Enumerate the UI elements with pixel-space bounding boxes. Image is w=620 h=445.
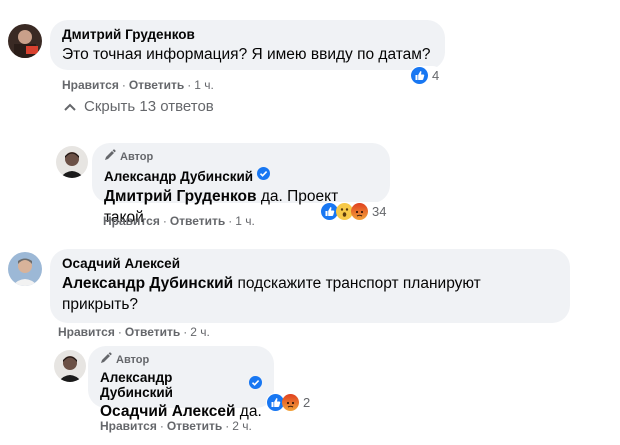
timestamp[interactable]: 1 ч. — [194, 78, 214, 92]
reaction-count: 4 — [432, 68, 440, 83]
comment-bubble: Дмитрий Груденков Это точная информация?… — [50, 20, 445, 70]
hide-replies-label: Скрыть 13 ответов — [84, 98, 214, 115]
comment-actions: Нравится · Ответить · 2 ч. — [58, 325, 210, 339]
reply-button[interactable]: Ответить — [125, 325, 180, 339]
reply-button[interactable]: Ответить — [170, 214, 225, 228]
comment-author[interactable]: Дмитрий Груденков — [62, 27, 433, 42]
comment-author[interactable]: Александр Дубинский — [100, 370, 245, 400]
author-badge-label: Автор — [116, 353, 150, 366]
avatar-dmitry[interactable] — [8, 24, 42, 58]
reply-button[interactable]: Ответить — [167, 419, 222, 433]
comment-actions: Нравится · Ответить · 2 ч. — [100, 419, 252, 433]
like-button[interactable]: Нравится — [58, 325, 115, 339]
comment-actions: Нравится · Ответить · 1 ч. — [62, 78, 214, 92]
like-button[interactable]: Нравится — [100, 419, 157, 433]
reaction-count: 34 — [372, 204, 387, 219]
timestamp[interactable]: 2 ч. — [232, 419, 252, 433]
verified-badge-icon — [249, 376, 262, 394]
comment-author[interactable]: Александр Дубинский — [104, 169, 253, 184]
reply-button[interactable]: Ответить — [129, 78, 184, 92]
comment-text: Это точная информация? Я имею ввиду по д… — [62, 46, 431, 63]
reaction-summary[interactable]: 34 — [320, 202, 390, 221]
avatar-osadchy[interactable] — [8, 252, 42, 286]
reaction-summary[interactable]: 2 — [266, 393, 314, 412]
comment-text: Александр Дубинский подскажите транспорт… — [62, 273, 558, 294]
avatar-aleksandr[interactable] — [56, 146, 88, 178]
reply-bubble: Автор Александр Дубинский Дмитрий Груден… — [92, 143, 390, 226]
reply-bubble: Автор Александр Дубинский Осадчий Алексе… — [88, 346, 274, 420]
reaction-summary[interactable]: 4 — [410, 66, 443, 85]
like-reaction-icon — [411, 67, 428, 84]
comment-actions: Нравится · Ответить · 1 ч. — [103, 214, 255, 228]
hide-replies-button[interactable]: Скрыть 13 ответов — [64, 98, 214, 115]
angry-reaction-icon — [351, 203, 368, 220]
verified-badge-icon — [257, 167, 271, 185]
timestamp[interactable]: 2 ч. — [190, 325, 210, 339]
mention-link[interactable]: Осадчий Алексей — [100, 403, 235, 420]
comment-text-body: подскажите транспорт планируют — [233, 275, 481, 292]
chevron-up-icon — [64, 98, 76, 115]
angry-reaction-icon — [282, 394, 299, 411]
like-button[interactable]: Нравится — [62, 78, 119, 92]
mention-link[interactable]: Дмитрий Груденков — [104, 188, 257, 205]
pencil-icon — [100, 352, 112, 367]
like-button[interactable]: Нравится — [103, 214, 160, 228]
comment-author[interactable]: Осадчий Алексей — [62, 256, 558, 271]
comment-text-body: да. — [235, 403, 262, 420]
author-badge: Автор — [104, 149, 378, 164]
timestamp[interactable]: 1 ч. — [235, 214, 255, 228]
mention-link[interactable]: Александр Дубинский — [62, 275, 233, 292]
pencil-icon — [104, 149, 116, 164]
comment-text-continued: прикрыть? — [62, 296, 139, 313]
avatar-aleksandr[interactable] — [54, 350, 86, 382]
comment-bubble: Осадчий Алексей Александр Дубинский подс… — [50, 249, 570, 323]
author-badge-label: Автор — [120, 150, 154, 163]
author-badge: Автор — [100, 352, 262, 367]
reaction-count: 2 — [303, 395, 311, 410]
